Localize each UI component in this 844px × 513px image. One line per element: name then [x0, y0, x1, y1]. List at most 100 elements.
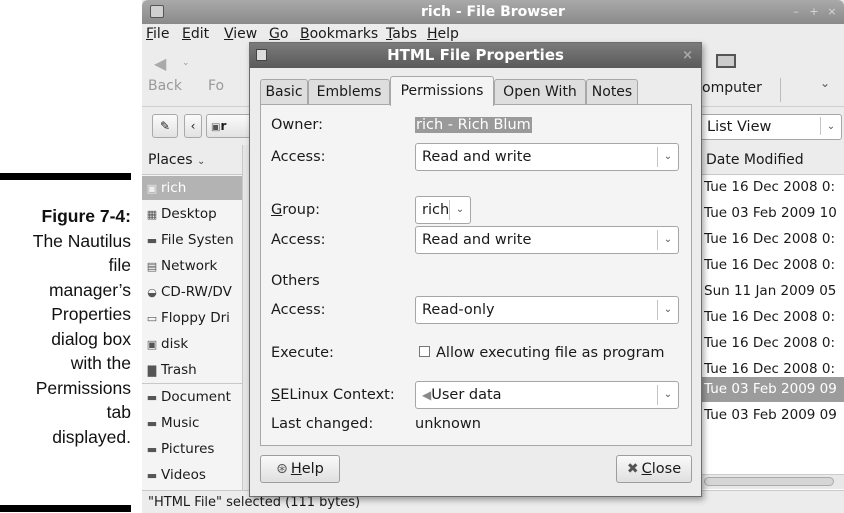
back-arrow-icon: ◀	[154, 54, 167, 73]
home-folder-icon: ▣	[146, 182, 158, 195]
date-cell[interactable]: Tue 16 Dec 2008 0:	[702, 227, 844, 252]
help-button[interactable]: ⊛ Help	[260, 455, 340, 483]
folder-icon: ▬	[146, 391, 158, 404]
menu-bookmarks[interactable]: Bookmarks	[300, 26, 378, 42]
figure-caption: Figure 7-4: The Nautilus file manager’s …	[0, 204, 131, 449]
sidebar-item-file-system[interactable]: ▬ File Systen	[142, 228, 242, 252]
close-icon[interactable]: ×	[682, 43, 693, 68]
sidebar-item-floppy[interactable]: ▭ Floppy Dri	[142, 306, 242, 330]
view-mode-select[interactable]: List View ⌄	[700, 114, 842, 140]
back-dropdown-icon[interactable]: ⌄	[182, 58, 190, 68]
sidebar-item-label: Trash	[161, 362, 197, 378]
floppy-icon: ▭	[146, 312, 158, 325]
tab-basic[interactable]: Basic	[260, 79, 308, 105]
caption-line: dialog box	[51, 328, 131, 349]
menu-go[interactable]: Go	[269, 26, 288, 42]
others-access-label: Access:	[271, 302, 326, 318]
sidebar-item-label: disk	[161, 336, 189, 352]
horizontal-scrollbar[interactable]	[702, 474, 844, 489]
column-header-date-modified[interactable]: Date Modified	[702, 145, 844, 175]
tab-open-with[interactable]: Open With	[494, 79, 586, 105]
menu-file[interactable]: File	[146, 26, 169, 42]
folder-icon: ▬	[146, 443, 158, 456]
sidebar-item-network[interactable]: ▤ Network	[142, 254, 242, 278]
sidebar-item-videos[interactable]: ▬ Videos	[142, 463, 242, 487]
sidebar-item-music[interactable]: ▬ Music	[142, 411, 242, 435]
sidebar-item-trash[interactable]: ▇ Trash	[142, 358, 242, 382]
menu-view[interactable]: View	[224, 26, 257, 42]
close-x-icon: ✖	[626, 461, 639, 477]
sidebar-item-label: Network	[161, 258, 218, 274]
menu-edit[interactable]: Edit	[182, 26, 209, 42]
chevron-down-icon: ⌄	[657, 147, 678, 167]
minimize-icon[interactable]: –	[788, 5, 804, 19]
disk-icon: ▣	[146, 338, 158, 351]
sidebar-header[interactable]: Places ⌄	[142, 145, 242, 175]
others-access-value: Read-only	[422, 302, 495, 318]
scrollbar-thumb[interactable]	[704, 477, 834, 486]
group-label: Group:	[271, 202, 321, 218]
group-access-select[interactable]: Read and write ⌄	[415, 226, 679, 254]
figure-number: Figure 7-4:	[41, 206, 131, 226]
permissions-panel: Owner: rich - Rich Blum Access: Read and…	[260, 104, 692, 446]
edit-location-button[interactable]: ✎	[152, 114, 178, 138]
date-cell[interactable]: Tue 16 Dec 2008 0:	[702, 305, 844, 330]
view-mode-value: List View	[707, 119, 772, 135]
sidebar-item-pictures[interactable]: ▬ Pictures	[142, 437, 242, 461]
menu-tabs[interactable]: Tabs	[386, 26, 417, 42]
date-cell[interactable]: Tue 03 Feb 2009 09	[702, 403, 844, 428]
close-icon[interactable]: ×	[824, 5, 840, 19]
computer-button[interactable]: omputer	[702, 50, 786, 102]
sidebar-item-documents[interactable]: ▬ Document	[142, 385, 242, 409]
owner-access-select[interactable]: Read and write ⌄	[415, 143, 679, 171]
group-select[interactable]: rich ⌄	[415, 196, 471, 224]
sidebar-item-disk[interactable]: ▣ disk	[142, 332, 242, 356]
close-button[interactable]: ✖ Close	[616, 455, 692, 483]
location-rich-button[interactable]: ▣r	[206, 114, 252, 138]
selinux-select[interactable]: ◀User data ⌄	[415, 381, 679, 409]
date-cell[interactable]: Sun 11 Jan 2009 05	[702, 279, 844, 304]
date-cell[interactable]: Tue 03 Feb 2009 10	[702, 201, 844, 226]
caption-line: Properties	[51, 304, 131, 324]
sidebar-item-cdrw[interactable]: ◒ CD-RW/DV	[142, 280, 242, 304]
group-access-value: Read and write	[422, 232, 532, 248]
desktop-icon: ▦	[146, 208, 158, 221]
caption-top-rule	[0, 173, 131, 180]
owner-label: Owner:	[271, 117, 323, 133]
menu-help[interactable]: Help	[427, 26, 459, 42]
file-icon	[256, 49, 267, 61]
help-icon: ⊛	[276, 461, 288, 477]
tab-permissions[interactable]: Permissions	[390, 76, 494, 106]
location-rich-label: r	[220, 119, 227, 133]
date-cell[interactable]: Tue 16 Dec 2008 0:	[702, 331, 844, 356]
computer-label: omputer	[702, 80, 762, 96]
others-access-select[interactable]: Read-only ⌄	[415, 296, 679, 324]
toolbar-overflow-icon[interactable]: ⌄	[820, 76, 830, 90]
tab-notes[interactable]: Notes	[586, 79, 638, 105]
chevron-down-icon: ⌄	[449, 200, 470, 220]
drive-icon: ▬	[146, 234, 158, 247]
tab-emblems[interactable]: Emblems	[308, 79, 390, 105]
sidebar-item-label: Pictures	[161, 441, 215, 457]
caption-bottom-rule	[0, 505, 131, 512]
sidebar-item-desktop[interactable]: ▦ Desktop	[142, 202, 242, 226]
checkbox-icon[interactable]	[419, 346, 430, 357]
sidebar-item-label: File Systen	[161, 232, 234, 248]
maximize-icon[interactable]: +	[806, 5, 822, 19]
date-cell[interactable]: Tue 16 Dec 2008 0:	[702, 175, 844, 200]
sidebar-header-label: Places	[148, 152, 193, 168]
sidebar-item-rich[interactable]: ▣ rich	[142, 176, 242, 200]
sidebar-item-label: Document	[161, 389, 231, 405]
selinux-label: SELinux Context:	[271, 387, 395, 403]
date-cell[interactable]: Tue 16 Dec 2008 0:	[702, 253, 844, 278]
forward-label[interactable]: Fo	[208, 78, 224, 94]
caption-line: file	[108, 255, 131, 275]
back-button[interactable]: ◀ ⌄ Back	[148, 50, 198, 102]
window-title: rich - File Browser	[421, 4, 565, 20]
chevron-down-icon: ⌄	[196, 156, 206, 167]
window-titlebar: rich - File Browser – + ×	[142, 0, 844, 24]
date-cell-selected[interactable]: Tue 03 Feb 2009 09	[702, 377, 844, 402]
caption-line: with the	[70, 353, 131, 373]
location-left-button[interactable]: ‹	[184, 114, 202, 138]
execute-checkbox[interactable]: Allow executing file as program	[419, 345, 665, 361]
